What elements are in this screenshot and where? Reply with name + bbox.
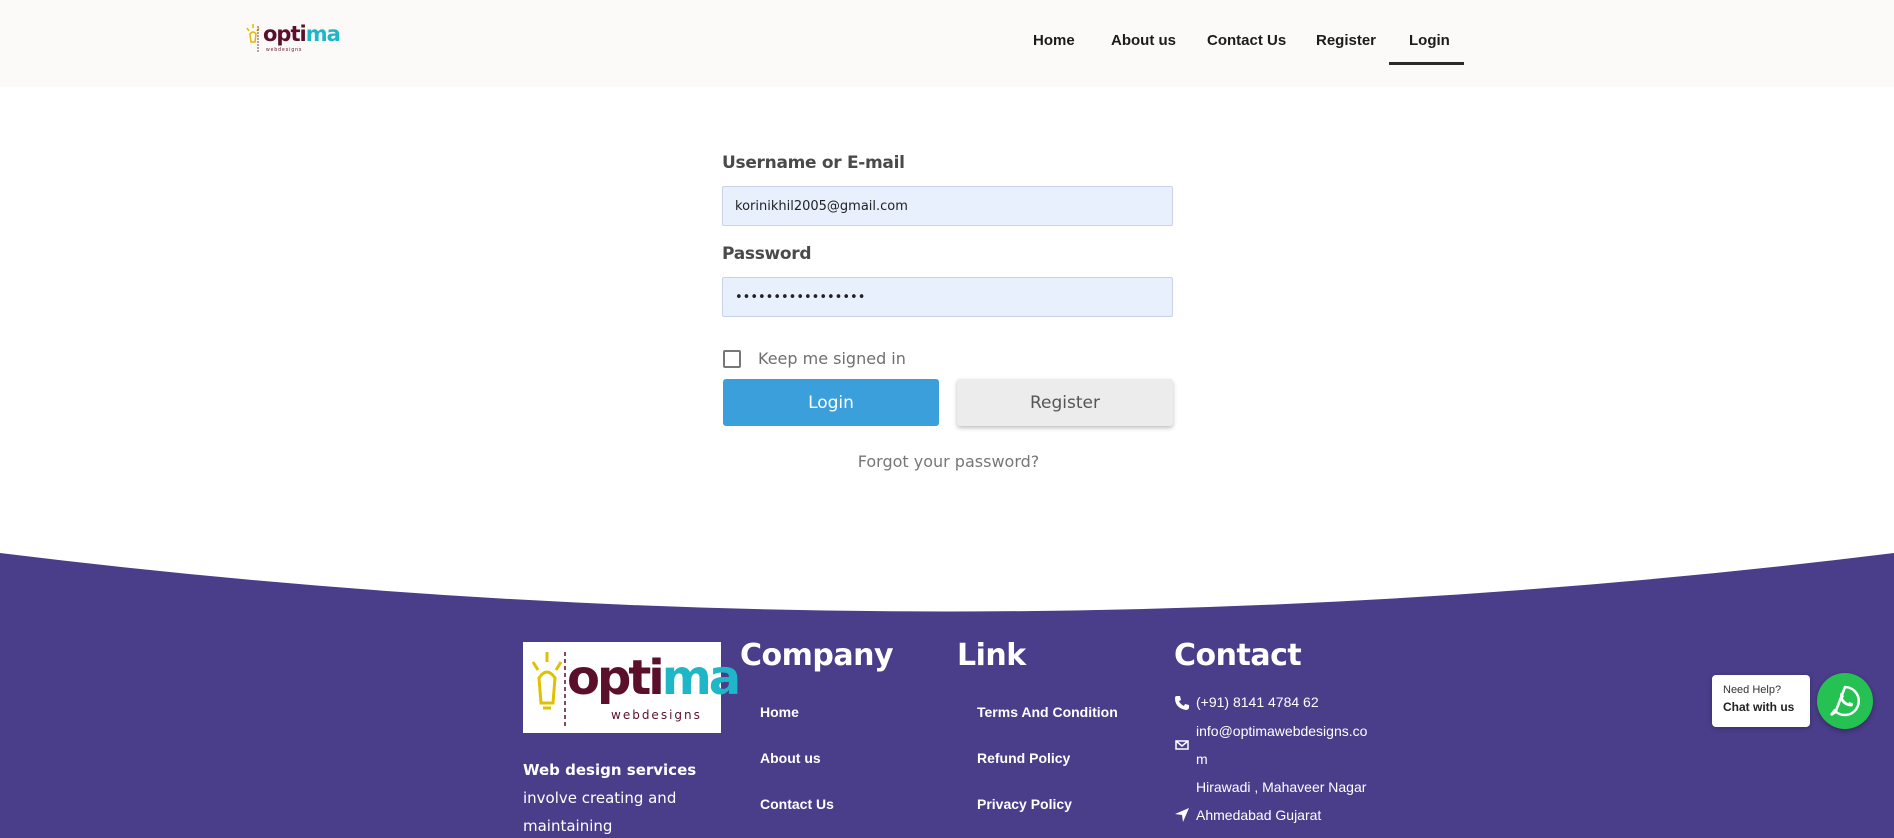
forgot-password-link[interactable]: Forgot your password? <box>723 452 1174 471</box>
contact-email-line1[interactable]: info@optimawebdesigns.co <box>1196 723 1367 739</box>
nav-active-indicator <box>1389 62 1464 65</box>
chat-help-tooltip[interactable]: Need Help? Chat with us <box>1712 675 1810 727</box>
footer-link-terms[interactable]: Terms And Condition <box>977 704 1118 720</box>
phone-icon <box>1175 696 1189 710</box>
whatsapp-chat-button[interactable] <box>1817 673 1873 729</box>
password-input[interactable]: ••••••••••••••••• <box>722 277 1173 317</box>
footer-link-privacy[interactable]: Privacy Policy <box>977 796 1072 812</box>
nav-home[interactable]: Home <box>1033 32 1075 49</box>
chat-with-us-text: Chat with us <box>1723 700 1795 714</box>
location-arrow-icon <box>1175 808 1189 822</box>
footer-link-about-us[interactable]: About us <box>760 750 821 766</box>
remember-me-checkbox[interactable] <box>723 350 741 368</box>
footer-about-text: Web design services involve creating and… <box>523 761 697 835</box>
nav-register[interactable]: Register <box>1316 32 1376 49</box>
whatsapp-icon <box>1830 685 1861 717</box>
footer-link-contact-us[interactable]: Contact Us <box>760 796 834 812</box>
username-input[interactable]: korinikhil2005@gmail.com <box>722 186 1173 226</box>
contact-address-line1: Hirawadi , Mahaveer Nagar <box>1196 779 1367 795</box>
lightbulb-icon <box>531 652 566 728</box>
remember-me-label[interactable]: Keep me signed in <box>758 349 906 368</box>
footer-company-title: Company <box>740 638 894 673</box>
footer-link-title: Link <box>957 638 1026 673</box>
logo-wordmark: optima <box>263 22 341 46</box>
password-label: Password <box>722 244 812 264</box>
site-logo[interactable]: optima webdesigns <box>244 20 341 56</box>
nav-about-us[interactable]: About us <box>1111 32 1176 49</box>
lightbulb-icon <box>246 24 260 52</box>
logo-tagline: webdesigns <box>266 47 303 53</box>
contact-phone[interactable]: (+91) 8141 4784 62 <box>1196 694 1319 710</box>
footer-logo-wordmark: optima <box>567 650 741 706</box>
contact-email-line2[interactable]: m <box>1196 751 1208 767</box>
footer-contact-title: Contact <box>1174 638 1302 673</box>
login-button[interactable]: Login <box>723 379 939 426</box>
register-button[interactable]: Register <box>957 379 1173 426</box>
footer-logo[interactable]: optima webdesigns <box>523 642 741 733</box>
username-label: Username or E-mail <box>722 153 905 173</box>
footer-logo-tagline: webdesigns <box>611 708 702 722</box>
site-header: optima webdesigns Home About us Contact … <box>0 0 1894 87</box>
email-icon <box>1175 740 1189 750</box>
need-help-text: Need Help? <box>1723 684 1782 696</box>
nav-login[interactable]: Login <box>1409 32 1450 49</box>
contact-address-line2: Ahmedabad Gujarat <box>1196 807 1322 823</box>
footer-background <box>0 553 1894 838</box>
footer-link-refund[interactable]: Refund Policy <box>977 750 1070 766</box>
footer-link-home[interactable]: Home <box>760 704 799 720</box>
nav-contact-us[interactable]: Contact Us <box>1207 32 1286 49</box>
